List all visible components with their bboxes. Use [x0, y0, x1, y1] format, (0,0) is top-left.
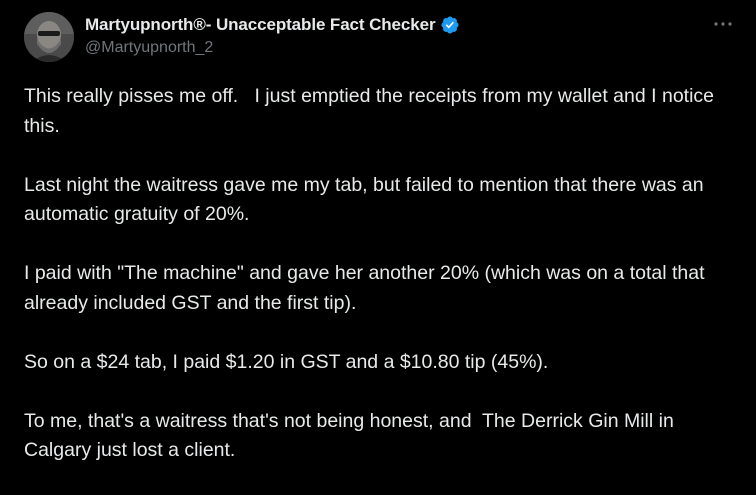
- more-horizontal-icon: [714, 22, 732, 26]
- author-block: Martyupnorth®- Unacceptable Fact Checker…: [85, 14, 665, 58]
- tweet-paragraph: I paid with "The machine" and gave her a…: [24, 262, 710, 314]
- tweet-card: Martyupnorth®- Unacceptable Fact Checker…: [0, 0, 756, 477]
- author-display-name[interactable]: Martyupnorth®- Unacceptable Fact Checker: [85, 15, 436, 35]
- tweet-paragraph: So on a $24 tab, I paid $1.20 in GST and…: [24, 350, 549, 373]
- tweet-paragraph: Last night the waitress gave me my tab, …: [24, 173, 710, 226]
- verified-badge-icon[interactable]: [440, 15, 460, 35]
- author-handle[interactable]: @Martyupnorth_2: [85, 38, 665, 58]
- avatar-photo: [24, 12, 74, 62]
- tweet-header: Martyupnorth®- Unacceptable Fact Checker…: [24, 12, 740, 64]
- more-options-button[interactable]: [708, 12, 738, 36]
- tweet-paragraph: This really pisses me off. I just emptie…: [24, 85, 720, 137]
- tweet-paragraph: To me, that's a waitress that's not bein…: [24, 409, 680, 462]
- avatar[interactable]: [24, 12, 74, 62]
- name-row: Martyupnorth®- Unacceptable Fact Checker: [85, 14, 665, 36]
- tweet-body: This really pisses me off. I just emptie…: [24, 82, 740, 495]
